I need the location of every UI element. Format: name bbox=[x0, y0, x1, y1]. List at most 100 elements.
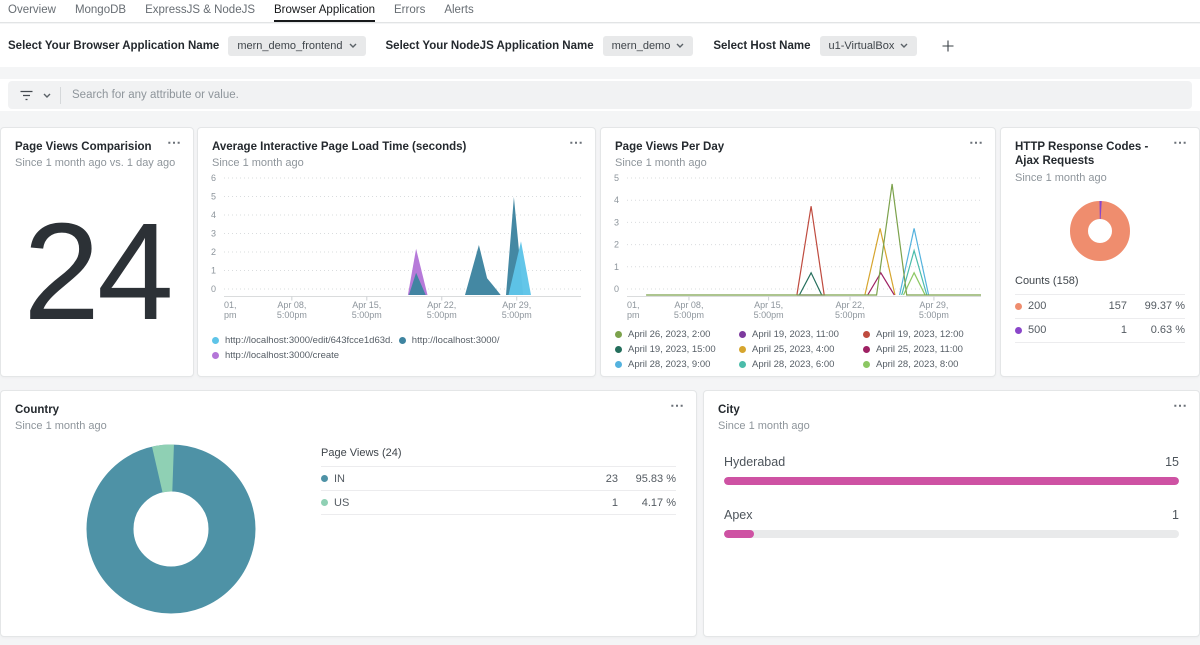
dashboard-page: Overview MongoDB ExpressJS & NodeJS Brow… bbox=[0, 0, 1200, 645]
template-filter-bar: Select Your Browser Application Name mer… bbox=[0, 24, 1200, 67]
svg-text:Apr 29,: Apr 29, bbox=[919, 300, 948, 310]
ellipsis-icon[interactable] bbox=[1173, 401, 1187, 410]
chart-legend: http://localhost:3000/edit/643fcce1d63d.… bbox=[198, 335, 595, 361]
ellipsis-icon[interactable] bbox=[969, 138, 983, 147]
ellipsis-icon[interactable] bbox=[670, 401, 684, 410]
stat-count: 1 bbox=[574, 497, 618, 509]
legend-dot bbox=[739, 346, 746, 353]
bar-list: Hyderabad 15 Apex1 bbox=[704, 455, 1199, 538]
search-input[interactable] bbox=[70, 88, 1181, 102]
legend-dot bbox=[615, 361, 622, 368]
legend-item[interactable]: http://localhost:3000/ bbox=[399, 335, 587, 346]
svg-text:0: 0 bbox=[211, 284, 216, 294]
stat-row: 20015799.37 % bbox=[1015, 294, 1185, 318]
nodejs-app-name-label: Select Your NodeJS Application Name bbox=[386, 40, 594, 52]
legend-item[interactable]: April 19, 2023, 11:00 bbox=[739, 329, 857, 340]
bar-row: Apex1 bbox=[724, 508, 1179, 538]
stat-table-header: Counts (158) bbox=[1001, 262, 1199, 294]
stat-percent: 4.17 % bbox=[618, 497, 676, 509]
legend-label: April 25, 2023, 4:00 bbox=[752, 344, 834, 355]
svg-text:Apr 29,: Apr 29, bbox=[502, 300, 531, 310]
tab-mongodb[interactable]: MongoDB bbox=[75, 0, 126, 22]
svg-text:Apr 22,: Apr 22, bbox=[836, 300, 865, 310]
city-card: City Since 1 month ago Hyderabad15Apex1 bbox=[703, 390, 1200, 637]
legend-item[interactable]: http://localhost:3000/create bbox=[212, 350, 393, 361]
legend-dot bbox=[739, 361, 746, 368]
ellipsis-icon[interactable] bbox=[569, 138, 583, 147]
legend-item[interactable]: April 25, 2023, 4:00 bbox=[739, 344, 857, 355]
legend-item[interactable]: April 28, 2023, 8:00 bbox=[863, 359, 981, 370]
chevron-down-icon[interactable] bbox=[43, 93, 51, 98]
stat-label: 500 bbox=[1028, 324, 1046, 336]
plus-icon bbox=[941, 39, 955, 53]
legend-dot bbox=[1015, 327, 1022, 334]
stat-table-header: Page Views (24) bbox=[321, 434, 676, 466]
funnel-icon[interactable] bbox=[19, 90, 34, 101]
line-chart: 54321001,pmApr 08,5:00pmApr 15,5:00pmApr… bbox=[609, 171, 989, 321]
stat-row: US 14.17 % bbox=[321, 490, 676, 515]
legend-dot bbox=[212, 337, 219, 344]
nodejs-app-name-dropdown[interactable]: mern_demo bbox=[603, 36, 694, 56]
add-variable-button[interactable] bbox=[941, 39, 955, 53]
legend-label: April 28, 2023, 8:00 bbox=[876, 359, 958, 370]
legend-dot bbox=[863, 331, 870, 338]
bar-track bbox=[724, 530, 1179, 538]
top-tab-bar: Overview MongoDB ExpressJS & NodeJS Brow… bbox=[0, 0, 1200, 23]
bar-value: 15 bbox=[1165, 455, 1179, 469]
tab-errors[interactable]: Errors bbox=[394, 0, 425, 22]
host-name-label: Select Host Name bbox=[713, 40, 810, 52]
legend-item[interactable]: April 28, 2023, 9:00 bbox=[615, 359, 733, 370]
legend-label: April 19, 2023, 11:00 bbox=[752, 329, 839, 340]
legend-dot bbox=[863, 361, 870, 368]
svg-text:pm: pm bbox=[224, 310, 237, 320]
legend-item[interactable]: April 25, 2023, 11:00 bbox=[863, 344, 981, 355]
card-subtitle: Since 1 month ago bbox=[15, 420, 682, 432]
bar-label: Hyderabad bbox=[724, 455, 785, 469]
stat-row: IN2395.83 % bbox=[321, 466, 676, 490]
legend-item[interactable]: April 19, 2023, 15:00 bbox=[615, 344, 733, 355]
card-subtitle: Since 1 month ago vs. 1 day ago bbox=[15, 157, 179, 169]
legend-dot bbox=[321, 475, 328, 482]
ellipsis-icon[interactable] bbox=[167, 138, 181, 147]
browser-app-name-dropdown[interactable]: mern_demo_frontend bbox=[228, 36, 365, 56]
ellipsis-icon[interactable] bbox=[1173, 138, 1187, 147]
card-title: Country bbox=[15, 403, 660, 417]
tab-alerts[interactable]: Alerts bbox=[444, 0, 473, 22]
bar-row: Hyderabad 15 bbox=[724, 455, 1179, 485]
legend-item[interactable]: April 28, 2023, 6:00 bbox=[739, 359, 857, 370]
search-bar bbox=[0, 79, 1200, 111]
card-subtitle: Since 1 month ago bbox=[1015, 172, 1185, 184]
host-name-dropdown[interactable]: u1-VirtualBox bbox=[820, 36, 918, 56]
svg-text:5:00pm: 5:00pm bbox=[919, 310, 949, 320]
svg-text:5:00pm: 5:00pm bbox=[754, 310, 784, 320]
card-subtitle: Since 1 month ago bbox=[615, 157, 981, 169]
svg-text:5:00pm: 5:00pm bbox=[277, 310, 307, 320]
legend-item[interactable]: April 19, 2023, 12:00 bbox=[863, 329, 981, 340]
search-field[interactable] bbox=[8, 81, 1192, 109]
svg-text:Apr 15,: Apr 15, bbox=[352, 300, 381, 310]
tab-expressjs-nodejs[interactable]: ExpressJS & NodeJS bbox=[145, 0, 255, 22]
legend-label: http://localhost:3000/create bbox=[225, 350, 339, 361]
legend-item[interactable]: April 26, 2023, 2:00 bbox=[615, 329, 733, 340]
donut-chart bbox=[1001, 200, 1199, 262]
tab-browser-application[interactable]: Browser Application bbox=[274, 0, 375, 22]
stat-percent: 99.37 % bbox=[1127, 300, 1185, 312]
tab-overview[interactable]: Overview bbox=[8, 0, 56, 22]
card-subtitle: Since 1 month ago bbox=[212, 157, 581, 169]
donut-chart bbox=[21, 444, 321, 614]
svg-text:1: 1 bbox=[614, 262, 619, 272]
stat-table: 20015799.37 %50010.63 % bbox=[1015, 294, 1185, 343]
legend-label: April 19, 2023, 12:00 bbox=[876, 329, 964, 340]
stat-label: US bbox=[334, 497, 349, 509]
page-views-per-day-card: Page Views Per Day Since 1 month ago 543… bbox=[600, 127, 996, 377]
svg-text:1: 1 bbox=[211, 266, 216, 276]
card-title: Average Interactive Page Load Time (seco… bbox=[212, 140, 559, 154]
legend-item[interactable]: http://localhost:3000/edit/643fcce1d63d.… bbox=[212, 335, 393, 346]
svg-text:Apr 22,: Apr 22, bbox=[427, 300, 456, 310]
legend-label: April 25, 2023, 11:00 bbox=[876, 344, 963, 355]
svg-text:3: 3 bbox=[614, 218, 619, 228]
svg-text:0: 0 bbox=[614, 284, 619, 294]
svg-text:3: 3 bbox=[211, 229, 216, 239]
svg-text:Apr 08,: Apr 08, bbox=[674, 300, 703, 310]
svg-text:5: 5 bbox=[211, 192, 216, 202]
